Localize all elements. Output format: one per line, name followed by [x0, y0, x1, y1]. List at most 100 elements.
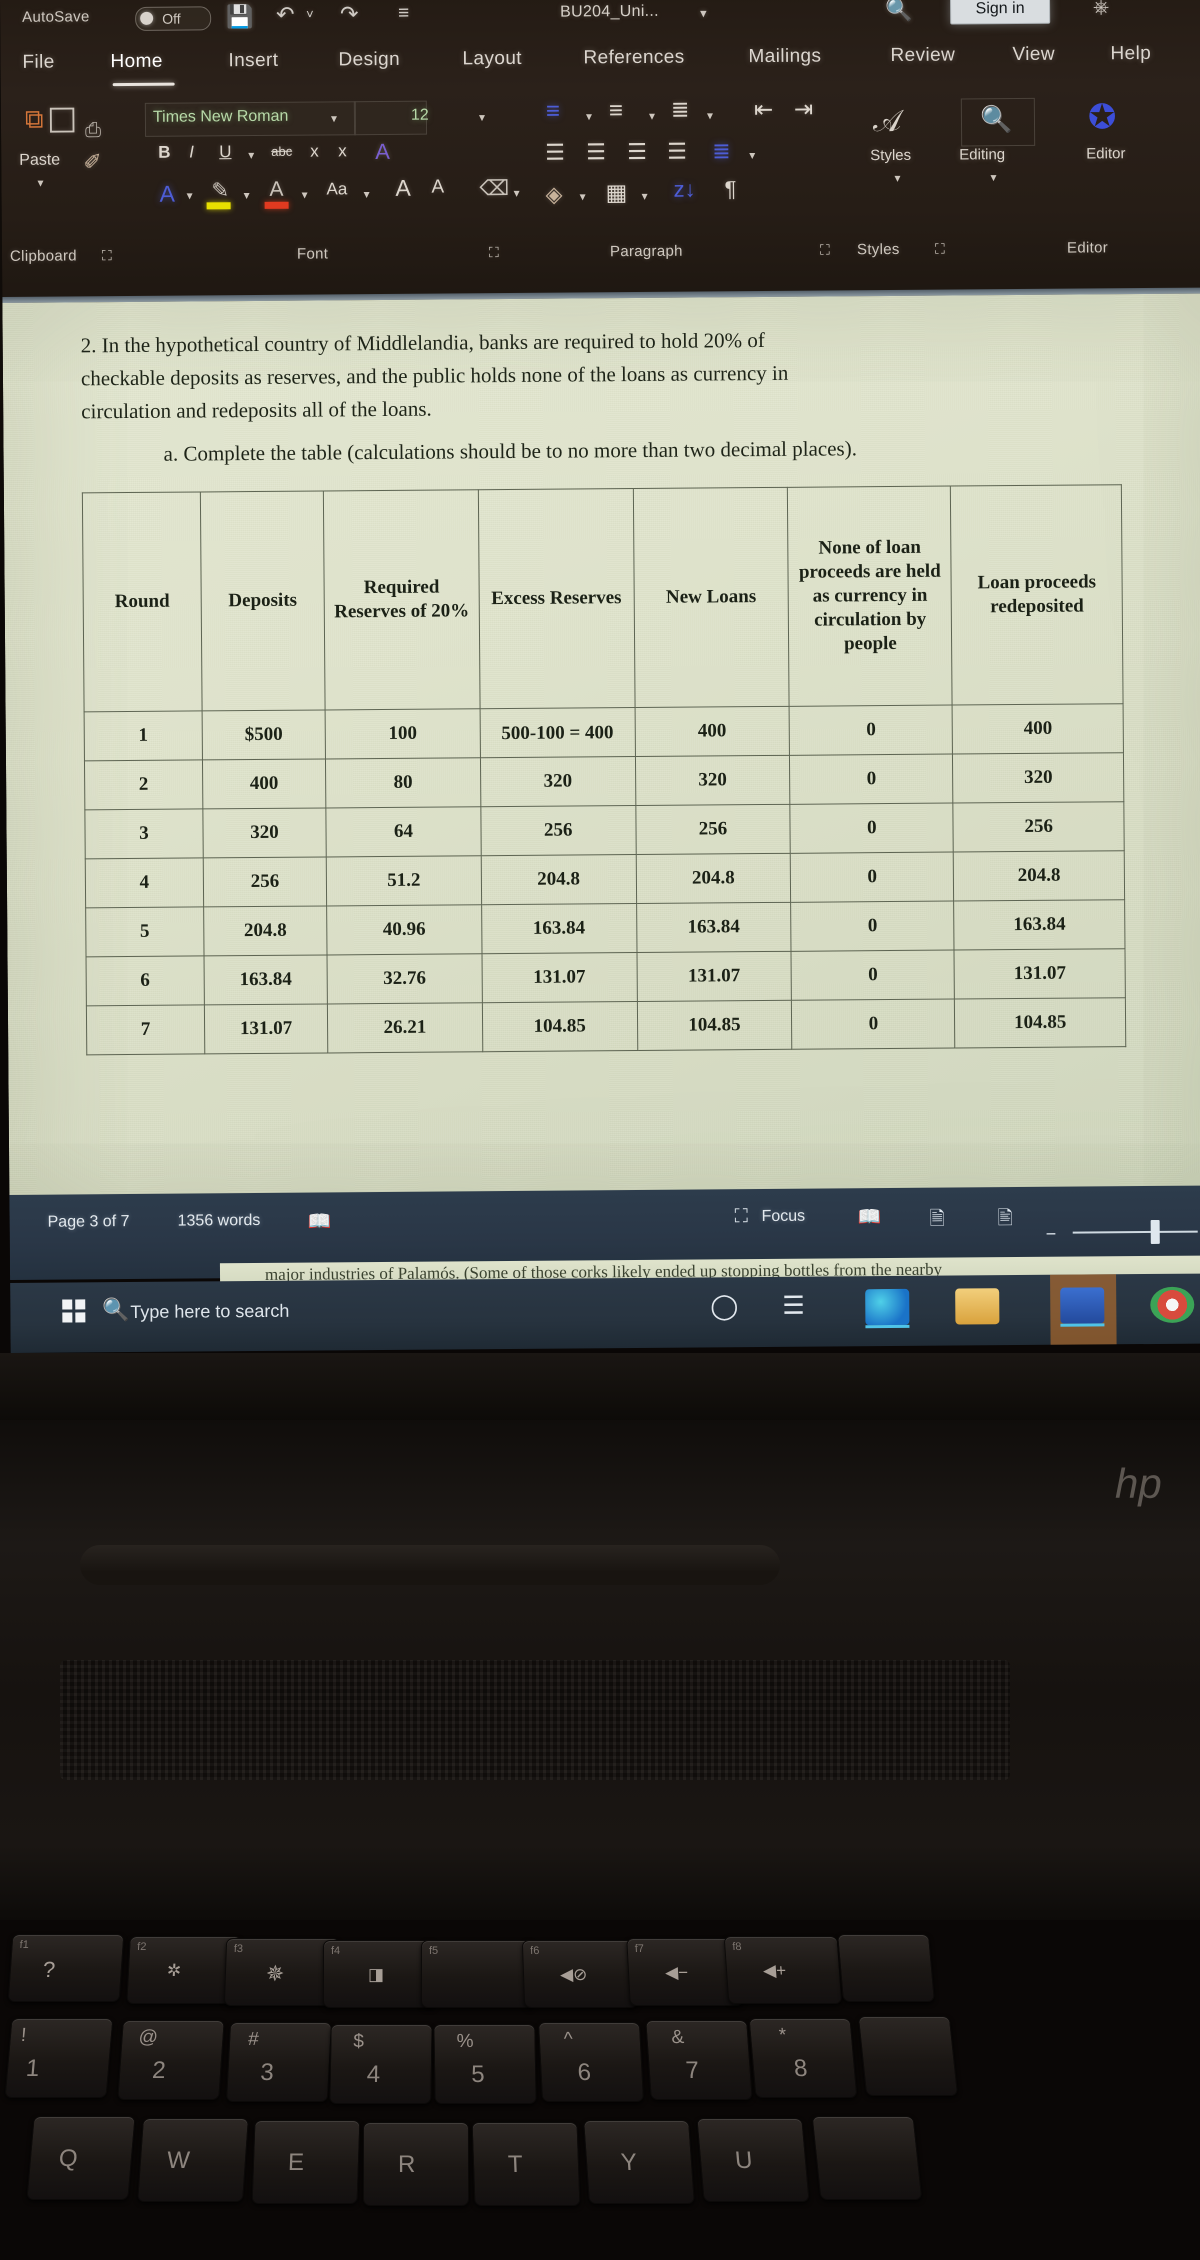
table-row[interactable]: 2 400 80 320 320 0 320	[84, 752, 1124, 810]
editor-label[interactable]: Editor	[1086, 145, 1125, 162]
cell-required-reserves[interactable]: 80	[325, 757, 481, 808]
key-i[interactable]	[811, 2116, 923, 2200]
align-right-icon[interactable]: ☰	[627, 139, 647, 165]
focus-label[interactable]: Focus	[762, 1208, 806, 1226]
table-row[interactable]: 4 256 51.2 204.8 204.8 0 204.8	[85, 850, 1125, 908]
editing-chevron-down-icon[interactable]: ▾	[990, 170, 996, 184]
cell-round[interactable]: 5	[85, 906, 204, 957]
font-color2-chevron-down-icon[interactable]: ▾	[301, 188, 307, 202]
read-mode-icon[interactable]: 📖	[857, 1205, 882, 1229]
table-row[interactable]: 5 204.8 40.96 163.84 163.84 0 163.84	[85, 899, 1125, 957]
redo-icon[interactable]: ↷	[340, 1, 359, 27]
numbered-list-icon[interactable]: ≡	[609, 97, 623, 125]
cell-loan-redeposited[interactable]: 400	[952, 703, 1124, 755]
highlight-chevron-down-icon[interactable]: ▾	[243, 188, 249, 202]
key-4[interactable]: $ 4	[329, 2024, 433, 2104]
strikethrough-button[interactable]: abc	[271, 144, 292, 159]
paste-label[interactable]: Paste	[19, 152, 60, 170]
grow-font-button[interactable]: A	[395, 175, 411, 202]
key-6[interactable]: ^ 6	[537, 2022, 645, 2102]
sort-icon[interactable]: z↓	[673, 177, 695, 203]
print-layout-icon[interactable]: 🗎	[929, 1205, 945, 1237]
key-f1[interactable]: f1 ?	[7, 1934, 125, 2002]
pen-highlight-icon[interactable]: ✎	[211, 178, 229, 203]
word-icon[interactable]	[1060, 1287, 1105, 1324]
key-f4[interactable]: f4 ◨	[323, 1940, 437, 2008]
key-8[interactable]: * 8	[748, 2018, 858, 2098]
sign-in-button[interactable]: Sign in	[949, 0, 1051, 25]
web-layout-icon[interactable]: 🖹	[997, 1204, 1013, 1236]
line-spacing-chevron-down-icon[interactable]: ▾	[749, 148, 755, 162]
subscript-button[interactable]: x	[310, 142, 319, 162]
multilevel-chevron-down-icon[interactable]: ▾	[707, 108, 713, 122]
cell-deposits[interactable]: 163.84	[203, 954, 328, 1005]
clear-format-chevron-down-icon[interactable]: ▾	[513, 186, 519, 200]
cell-excess-reserves[interactable]: 131.07	[481, 952, 637, 1003]
taskbar-search-input[interactable]: Type here to search	[130, 1301, 289, 1323]
styles-label[interactable]: Styles	[870, 147, 911, 164]
align-left-icon[interactable]: ☰	[545, 140, 565, 166]
cell-deposits[interactable]: 320	[202, 807, 327, 858]
focus-mode-icon[interactable]: ⛶	[734, 1206, 747, 1228]
key-e[interactable]: E	[251, 2120, 361, 2204]
paste-options-icon[interactable]: ⎙	[85, 119, 101, 142]
cell-round[interactable]: 2	[84, 759, 203, 810]
cell-deposits[interactable]: 256	[203, 856, 327, 907]
decrease-indent-icon[interactable]: ⇤	[754, 96, 773, 123]
task-view-icon[interactable]: ☰	[782, 1291, 805, 1321]
search-icon[interactable]: 🔍	[885, 0, 913, 23]
underline-button[interactable]: U	[219, 142, 231, 162]
autosave-toggle[interactable]: Off	[135, 6, 212, 31]
font-dialog-launcher-icon[interactable]: ⛶	[489, 244, 499, 261]
save-icon[interactable]: 💾	[226, 4, 254, 30]
cell-required-reserves[interactable]: 26.21	[327, 1002, 483, 1053]
font-color-chevron-down-icon[interactable]: ▾	[186, 188, 192, 202]
editing-label[interactable]: Editing	[959, 146, 1005, 163]
shading-icon[interactable]: ◈	[545, 182, 562, 208]
word-count[interactable]: 1356 words	[178, 1212, 261, 1231]
cell-excess-reserves[interactable]: 320	[480, 756, 636, 807]
key-t[interactable]: T	[471, 2122, 581, 2206]
cell-required-reserves[interactable]: 40.96	[326, 904, 482, 955]
cell-currency-held[interactable]: 0	[789, 754, 954, 805]
cell-round[interactable]: 3	[84, 808, 204, 859]
paste-icon[interactable]: ⧉	[25, 104, 44, 136]
justify-icon[interactable]: ☰	[667, 139, 687, 165]
shrink-font-button[interactable]: A	[431, 177, 444, 199]
key-2[interactable]: @ 2	[117, 2020, 225, 2100]
italic-button[interactable]: I	[189, 142, 194, 162]
undo-icon[interactable]: ↶	[276, 2, 295, 28]
cell-required-reserves[interactable]: 64	[325, 806, 482, 857]
ribbon-tabs[interactable]: File Home Insert Design Layout Reference…	[0, 39, 1200, 92]
shading-chevron-down-icon[interactable]: ▾	[580, 189, 586, 203]
cell-round[interactable]: 1	[84, 710, 203, 761]
cell-excess-reserves[interactable]: 104.85	[482, 1001, 638, 1052]
cell-new-loans[interactable]: 256	[635, 804, 791, 855]
key-w[interactable]: W	[137, 2118, 249, 2202]
table-row[interactable]: 1 $500 100 500-100 = 400 400 0 400	[84, 703, 1124, 761]
cell-required-reserves[interactable]: 32.76	[327, 953, 483, 1004]
show-formatting-marks-icon[interactable]: ¶	[724, 176, 736, 202]
cell-new-loans[interactable]: 163.84	[636, 902, 792, 953]
styles-icon[interactable]: 𝒜	[873, 105, 902, 139]
cell-round[interactable]: 4	[85, 857, 204, 908]
font-name-chevron-down-icon[interactable]: ▾	[331, 111, 337, 125]
key-f9[interactable]	[837, 1934, 935, 2002]
money-multiplier-table[interactable]: Round Deposits Required Reserves of 20% …	[82, 484, 1126, 1055]
cell-currency-held[interactable]: 0	[789, 705, 953, 756]
styles-dialog-launcher-icon[interactable]: ⛶	[935, 241, 945, 258]
key-f8[interactable]: f8 ◀+	[723, 1936, 843, 2004]
key-q[interactable]: Q	[26, 2116, 136, 2200]
multilevel-list-icon[interactable]: ≣	[671, 97, 690, 123]
bold-button[interactable]: B	[158, 143, 170, 163]
cell-round[interactable]: 6	[86, 955, 205, 1006]
tab-layout[interactable]: Layout	[462, 48, 522, 70]
line-spacing-icon[interactable]: ≣	[712, 138, 731, 164]
tab-file[interactable]: File	[22, 52, 54, 74]
align-center-icon[interactable]: ☰	[586, 139, 606, 165]
windows-start-icon[interactable]	[62, 1299, 86, 1323]
search-icon[interactable]: 🔍	[980, 104, 1013, 135]
increase-indent-icon[interactable]: ⇥	[794, 96, 813, 123]
font-color-button[interactable]: A	[159, 181, 175, 208]
cell-currency-held[interactable]: 0	[791, 950, 955, 1001]
